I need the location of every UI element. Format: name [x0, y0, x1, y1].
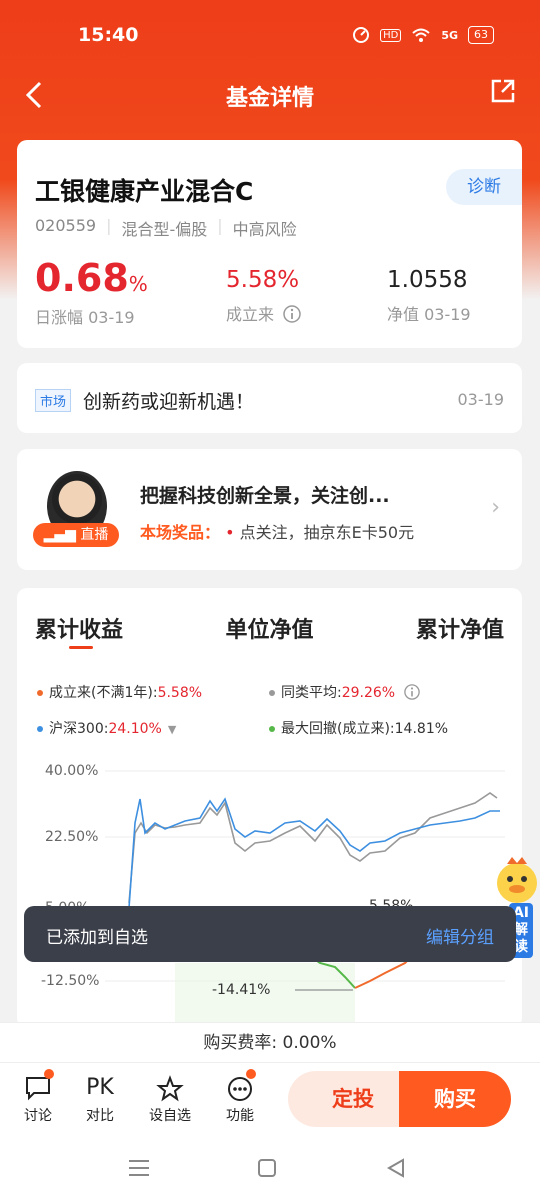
daily-change-stat: 0.68% 日涨幅 03-19: [35, 256, 148, 328]
toast-text: 已添加到自选: [46, 928, 148, 948]
fund-code: 020559: [35, 216, 97, 235]
share-icon[interactable]: [490, 78, 516, 104]
nav-stat: 1.0558 净值 03-19: [387, 267, 471, 325]
functions-badge: [246, 1069, 256, 1079]
signal-icon: 5G: [441, 28, 458, 42]
legend-index[interactable]: 沪深300:24.10% ▼: [37, 718, 176, 738]
purchase-fee: 购买费率: 0.00%: [0, 1022, 540, 1062]
fund-type: 混合型-偏股: [121, 220, 208, 239]
battery-icon: 63: [468, 26, 494, 44]
hd-icon: HD: [380, 28, 402, 42]
navbar: 基金详情: [0, 70, 540, 118]
since-inception-label: 成立来: [226, 305, 275, 324]
live-card[interactable]: ▂▄▆ 直播 把握科技创新全景，关注创... 本场奖品： • 点关注，抽京东E卡…: [17, 449, 522, 570]
y-label-0: 40.00%: [45, 763, 99, 779]
news-tag: 市场: [35, 389, 72, 412]
chart-plot: [105, 770, 505, 1023]
tab-cumulative-return[interactable]: 累计收益: [35, 612, 123, 644]
more-icon: [228, 1077, 252, 1101]
functions-button[interactable]: 功能: [212, 1075, 268, 1125]
since-inception-stat: 5.58% 成立来: [226, 267, 301, 325]
system-nav-bar: [0, 1134, 540, 1200]
prize-text: 点关注，抽京东E卡50元: [239, 523, 415, 542]
compare-button[interactable]: PK 对比: [72, 1075, 128, 1125]
annotation-low: -14.41%: [212, 982, 271, 998]
live-prize: 本场奖品： • 点关注，抽京东E卡50元: [140, 523, 415, 542]
live-badge: ▂▄▆ 直播: [33, 523, 119, 547]
status-time: 15:40: [78, 24, 139, 46]
tab-unit-nav[interactable]: 单位净值: [225, 612, 313, 644]
home-icon[interactable]: [257, 1158, 277, 1178]
tab-cumulative-nav[interactable]: 累计净值: [416, 612, 504, 644]
legend-fund: 成立来(不满1年):5.58%: [37, 682, 202, 702]
daily-change-label: 日涨幅 03-19: [35, 308, 135, 327]
discuss-button[interactable]: 讨论: [10, 1075, 66, 1125]
news-text: 创新药或迎新机遇！: [83, 391, 255, 413]
legend-peer: 同类平均:29.26%: [269, 682, 420, 702]
chart-tabs: 累计收益 单位净值 累计净值: [35, 612, 504, 644]
caret-down-icon: ▼: [167, 723, 177, 736]
prize-key: 本场奖品：: [140, 523, 221, 542]
fund-name: 工银健康产业混合C: [35, 177, 254, 206]
diagnose-button[interactable]: 诊断: [446, 169, 522, 205]
tab-underline: [69, 646, 93, 649]
fund-meta: 020559 | 混合型-偏股 | 中高风险: [35, 216, 297, 239]
speed-icon: [353, 27, 370, 43]
wifi-icon: [412, 28, 430, 42]
page-title: 基金详情: [225, 86, 314, 111]
fund-risk: 中高风险: [232, 220, 297, 239]
discuss-badge: [44, 1069, 54, 1079]
chevron-right-icon: ›: [491, 495, 500, 520]
info-icon[interactable]: [283, 305, 301, 323]
bottom-action-bar: 讨论 PK 对比 设自选 功能 定投 购买: [0, 1062, 540, 1134]
star-add-icon: [156, 1075, 184, 1102]
nav-value: 1.0558: [387, 267, 468, 293]
edit-group-button[interactable]: 编辑分组: [426, 923, 494, 948]
daily-change-unit: %: [128, 272, 148, 296]
back-nav-icon[interactable]: [386, 1158, 406, 1178]
live-title: 把握科技创新全景，关注创...: [140, 485, 390, 507]
y-label-3: -12.50%: [41, 973, 100, 989]
toast: 已添加到自选 编辑分组: [24, 906, 516, 962]
live-signal-icon: ▂▄▆: [43, 527, 81, 543]
daily-change-value: 0.68: [35, 256, 129, 300]
since-inception-value: 5.58%: [226, 267, 300, 293]
add-watchlist-button[interactable]: 设自选: [142, 1075, 198, 1125]
menu-icon[interactable]: [128, 1158, 150, 1178]
nav-label: 净值 03-19: [387, 305, 471, 324]
news-date: 03-19: [457, 390, 505, 409]
y-label-1: 22.50%: [45, 829, 99, 845]
pk-icon: PK: [86, 1075, 114, 1100]
info-icon[interactable]: [403, 684, 420, 700]
status-bar: 15:40 HD 5G 63: [0, 0, 540, 70]
buy-button[interactable]: 购买: [399, 1071, 511, 1127]
legend-drawdown: 最大回撤(成立来):14.81%: [269, 718, 448, 738]
fund-summary-card: 工银健康产业混合C 诊断 020559 | 混合型-偏股 | 中高风险 0.68…: [17, 140, 522, 348]
chart-card: 累计收益 单位净值 累计净值 成立来(不满1年):5.58% 同类平均:29.2…: [17, 588, 522, 1028]
status-icons: HD 5G 63: [352, 26, 494, 44]
news-card[interactable]: 市场 创新药或迎新机遇！ 03-19: [17, 363, 522, 433]
